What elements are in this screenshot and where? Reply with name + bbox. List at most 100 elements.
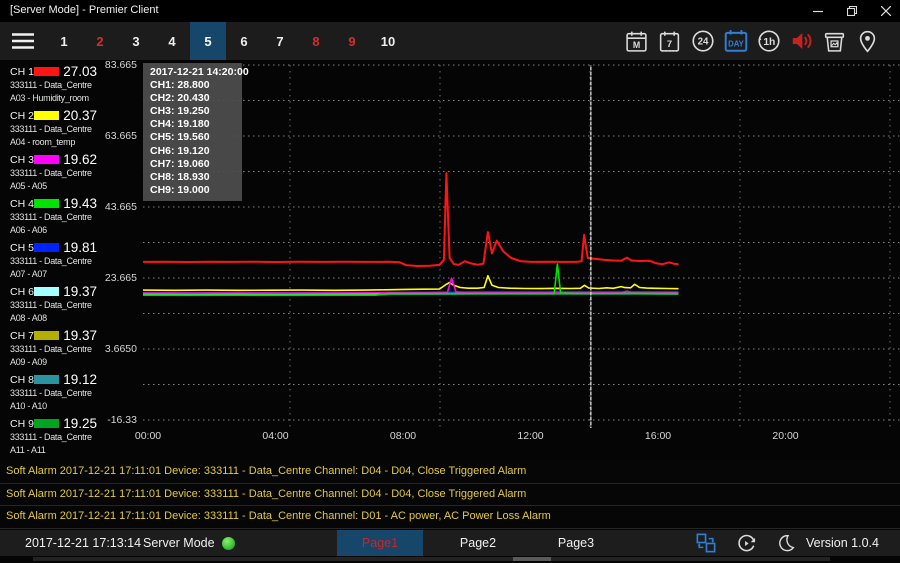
alarm-row[interactable]: Soft Alarm 2017-12-21 17:11:01 Device: 3… xyxy=(0,484,900,507)
channel-entry-7[interactable]: CH 719.37333111 - Data_CentreA09 - A09 xyxy=(0,326,100,370)
minimize-button[interactable] xyxy=(801,0,835,22)
restore-icon xyxy=(847,6,857,16)
server-mode-label: Server Mode xyxy=(143,536,215,550)
statusbar: 2017-12-21 17:13:14 Server Mode Page1Pag… xyxy=(0,530,900,556)
channel-value: 19.37 xyxy=(63,284,100,299)
channel-device: 333111 - Data_Centre xyxy=(10,79,100,92)
channel-entry-2[interactable]: CH 220.37333111 - Data_CentreA04 - room_… xyxy=(0,106,100,150)
channel-device: 333111 - Data_Centre xyxy=(10,431,100,444)
channel-color-swatch xyxy=(34,67,59,76)
svg-text:7: 7 xyxy=(667,39,672,49)
view-tab-4[interactable]: 4 xyxy=(154,22,190,60)
channel-value: 20.37 xyxy=(63,108,100,123)
channel-value: 19.43 xyxy=(63,196,100,211)
x-tick-label: 16:00 xyxy=(640,430,676,442)
channel-point: A09 - A09 xyxy=(10,356,100,369)
scrollbar-thumb[interactable] xyxy=(513,557,551,561)
channel-point: A08 - A08 xyxy=(10,312,100,325)
channel-device: 333111 - Data_Centre xyxy=(10,299,100,312)
view-tab-9[interactable]: 9 xyxy=(334,22,370,60)
channel-entry-4[interactable]: CH 419.43333111 - Data_CentreA06 - A06 xyxy=(0,194,100,238)
page-tab-page1[interactable]: Page1 xyxy=(337,530,423,556)
alarm-row[interactable]: Soft Alarm 2017-12-21 17:11:01 Device: 3… xyxy=(0,461,900,484)
tooltip-row: CH5: 19.560 xyxy=(150,131,242,144)
x-tick-label: 20:00 xyxy=(768,430,804,442)
horizontal-scrollbar[interactable] xyxy=(33,557,830,561)
sync-button[interactable] xyxy=(726,530,766,556)
tooltip-row: CH2: 20.430 xyxy=(150,92,242,105)
channel-list: CH 127.03333111 - Data_CentreA03 - Humid… xyxy=(0,62,100,458)
night-mode-button[interactable] xyxy=(766,530,806,556)
view-tab-3[interactable]: 3 xyxy=(118,22,154,60)
calendar-week-button[interactable]: 7 xyxy=(653,22,686,60)
location-button[interactable] xyxy=(851,22,884,60)
channel-point: A11 - A11 xyxy=(10,444,100,457)
channel-device: 333111 - Data_Centre xyxy=(10,167,100,180)
channel-id: CH 8 xyxy=(10,374,34,386)
location-icon xyxy=(855,29,880,54)
view-tab-10[interactable]: 10 xyxy=(370,22,406,60)
page-tabs: Page1 Page2 Page3 xyxy=(337,530,619,556)
channel-id: CH 2 xyxy=(10,110,34,122)
restore-button[interactable] xyxy=(835,0,869,22)
alarm-sound-button[interactable] xyxy=(785,22,818,60)
tooltip-timestamp: 2017-12-21 14:20:00 xyxy=(150,66,242,79)
view-tab-5[interactable]: 5 xyxy=(190,22,226,60)
close-icon xyxy=(881,6,891,16)
view-tab-7[interactable]: 7 xyxy=(262,22,298,60)
hour1-button[interactable]: 1h xyxy=(752,22,785,60)
channel-point: A05 - A05 xyxy=(10,180,100,193)
y-tick-label: 23.665 xyxy=(97,272,137,284)
menu-button[interactable] xyxy=(0,22,46,60)
chart-plot[interactable] xyxy=(143,60,900,433)
channel-value: 19.25 xyxy=(63,416,100,431)
channel-color-swatch xyxy=(34,155,59,164)
alarm-sound-icon xyxy=(789,28,815,54)
svg-text:M: M xyxy=(633,39,640,49)
page-layout-button[interactable] xyxy=(686,530,726,556)
channel-id: CH 4 xyxy=(10,198,34,210)
view-tab-6[interactable]: 6 xyxy=(226,22,262,60)
alarm-list: Soft Alarm 2017-12-21 17:11:01 Device: 3… xyxy=(0,461,900,529)
snapshot-bin-icon xyxy=(822,29,847,54)
tooltip-row: CH3: 19.250 xyxy=(150,105,242,118)
channel-id: CH 6 xyxy=(10,286,34,298)
channel-point: A03 - Humidity_room xyxy=(10,92,100,105)
version-label: Version 1.0.4 xyxy=(806,536,892,550)
channel-value: 19.12 xyxy=(63,372,100,387)
window-title: [Server Mode] - Premier Client xyxy=(10,4,159,16)
y-tick-label: 63.665 xyxy=(97,130,137,142)
close-button[interactable] xyxy=(869,0,900,22)
channel-entry-5[interactable]: CH 519.81333111 - Data_CentreA07 - A07 xyxy=(0,238,100,282)
y-tick-label: -16.33 xyxy=(97,414,137,426)
tooltip-row: CH9: 19.000 xyxy=(150,184,242,197)
channel-device: 333111 - Data_Centre xyxy=(10,255,100,268)
snapshot-bin-button[interactable] xyxy=(818,22,851,60)
day-view-icon: DAY xyxy=(723,28,749,54)
view-tab-2[interactable]: 2 xyxy=(82,22,118,60)
day-view-button[interactable]: DAY xyxy=(719,22,752,60)
channel-entry-1[interactable]: CH 127.03333111 - Data_CentreA03 - Humid… xyxy=(0,62,100,106)
view-tab-1[interactable]: 1 xyxy=(46,22,82,60)
tooltip-row: CH7: 19.060 xyxy=(150,158,242,171)
y-tick-label: 83.665 xyxy=(97,59,137,71)
channel-value: 27.03 xyxy=(63,64,100,79)
alarm-row[interactable]: Soft Alarm 2017-12-21 17:11:01 Device: 3… xyxy=(0,506,900,529)
channel-entry-8[interactable]: CH 819.12333111 - Data_CentreA10 - A10 xyxy=(0,370,100,414)
tooltip-row: CH8: 18.930 xyxy=(150,171,242,184)
page-tab-page3[interactable]: Page3 xyxy=(533,530,619,556)
view-tab-8[interactable]: 8 xyxy=(298,22,334,60)
channel-entry-9[interactable]: CH 919.25333111 - Data_CentreA11 - A11 xyxy=(0,414,100,458)
channel-value: 19.62 xyxy=(63,152,100,167)
minimize-icon xyxy=(813,6,823,16)
x-tick-label: 12:00 xyxy=(513,430,549,442)
channel-entry-6[interactable]: CH 6 19.37333111 - Data_CentreA08 - A08 xyxy=(0,282,100,326)
connection-status-indicator xyxy=(222,537,235,550)
page-tab-page2[interactable]: Page2 xyxy=(435,530,521,556)
channel-value: 19.81 xyxy=(63,240,100,255)
channel-entry-3[interactable]: CH 319.62333111 - Data_CentreA05 - A05 xyxy=(0,150,100,194)
calendar-month-button[interactable]: M xyxy=(620,22,653,60)
channel-color-swatch xyxy=(34,111,59,120)
channel-device: 333111 - Data_Centre xyxy=(10,123,100,136)
hour24-button[interactable]: 24 xyxy=(686,22,719,60)
